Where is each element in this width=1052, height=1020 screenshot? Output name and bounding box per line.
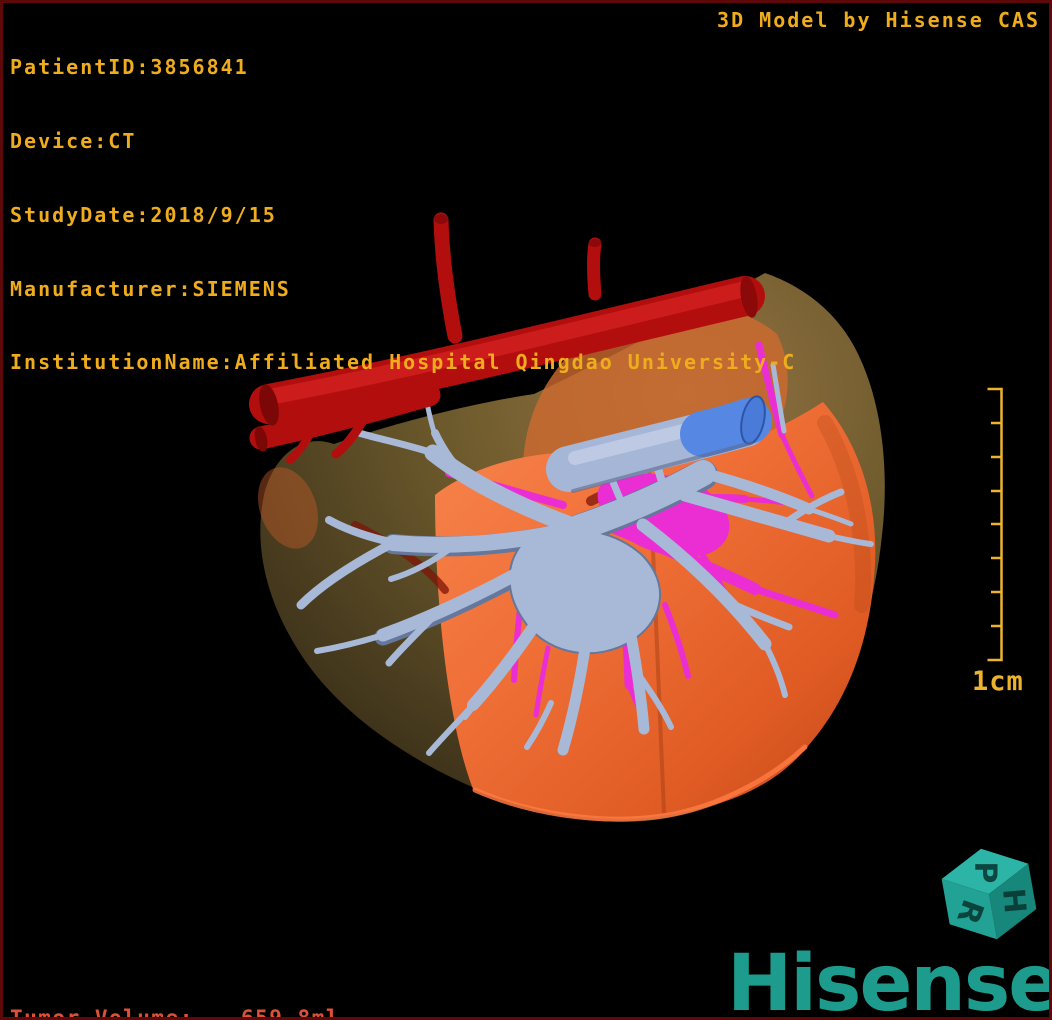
cube-letter-h: H (995, 887, 1032, 915)
hisense-logo: Hisense (727, 939, 1052, 1020)
tumor-volume-label: Tumor Volume: (10, 1006, 194, 1020)
scale-bar-label: 1cm (972, 666, 1024, 697)
tumor-volume-row: Tumor Volume: 659.8ml (10, 1005, 340, 1020)
study-date: StudyDate:2018/9/15 (10, 202, 277, 227)
volume-readouts: Tumor Volume: 659.8ml Liver Volume: 1552… (10, 951, 340, 1020)
orientation-cube[interactable]: P H R (938, 841, 1041, 947)
manufacturer: Manufacturer:SIEMENS (10, 276, 291, 301)
watermark-title: 3D Model by Hisense CAS (717, 8, 1040, 32)
patient-id: PatientID:3856841 (10, 55, 249, 80)
tumor-volume-value: 659.8ml (240, 1006, 340, 1020)
scale-bar (987, 387, 1003, 662)
patient-metadata: PatientID:3856841 Device:CT StudyDate:20… (10, 6, 796, 424)
cube-letter-p: P (968, 861, 1003, 883)
device: Device:CT (10, 128, 137, 153)
institution-name: InstitutionName:Affiliated Hospital Qing… (10, 350, 797, 375)
app-window: P H R PatientID:3856841 Device:CT StudyD… (0, 0, 1052, 1020)
